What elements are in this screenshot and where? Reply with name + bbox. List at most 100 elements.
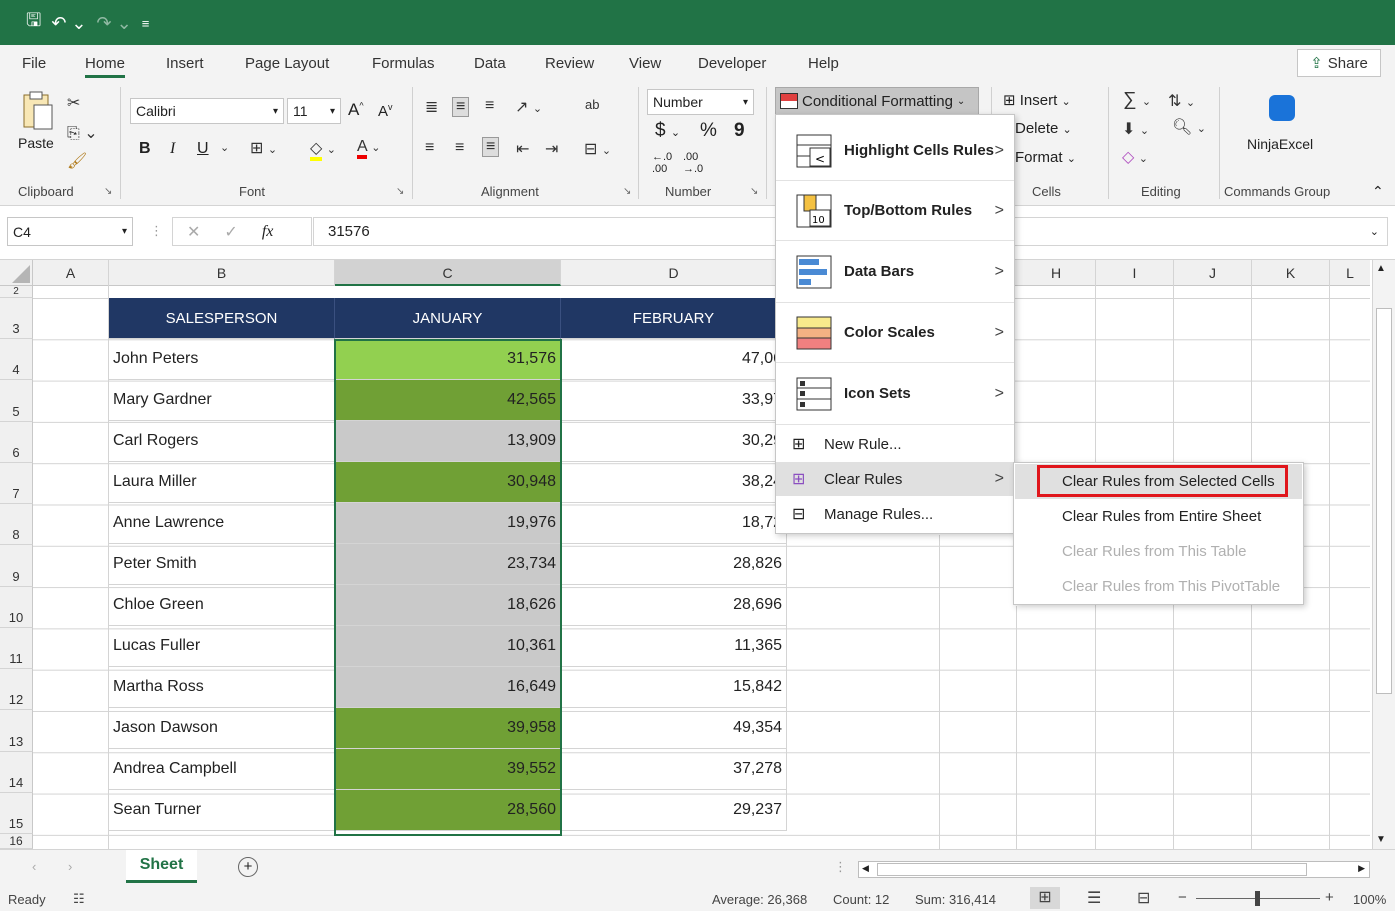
menu-item-highlight-cells-rules[interactable]: < Highlight Cells Rules > xyxy=(776,121,1014,181)
column-header-i[interactable]: I xyxy=(1096,260,1174,286)
cell-january[interactable]: 31,576 xyxy=(335,339,561,380)
borders-icon[interactable]: ⊞ ⌄ xyxy=(250,138,277,158)
cell-february[interactable]: 49,354 xyxy=(561,708,787,749)
cell-february[interactable]: 37,278 xyxy=(561,749,787,790)
cell-salesperson[interactable]: Chloe Green xyxy=(109,585,335,626)
cell-salesperson[interactable]: Lucas Fuller xyxy=(109,626,335,667)
tab-page-layout[interactable]: Page Layout xyxy=(245,55,329,72)
menu-item-clear-rules[interactable]: ⊞ Clear Rules > xyxy=(776,462,1014,496)
zoom-level[interactable]: 100% xyxy=(1353,892,1386,907)
row-header-6[interactable]: 6 xyxy=(0,421,33,463)
zoom-out-icon[interactable]: − xyxy=(1178,889,1187,906)
menu-item-top-bottom-rules[interactable]: 10 Top/Bottom Rules > xyxy=(776,181,1014,241)
cell-salesperson[interactable]: Andrea Campbell xyxy=(109,749,335,790)
zoom-in-icon[interactable]: + xyxy=(1325,889,1334,906)
align-center-icon[interactable]: ≡ xyxy=(455,139,464,157)
align-top-icon[interactable]: ≣ xyxy=(425,97,438,117)
zoom-slider-thumb[interactable] xyxy=(1255,891,1260,906)
align-left-icon[interactable]: ≡ xyxy=(425,139,434,157)
delete-cells-button[interactable]: Delete ⌄ xyxy=(1015,120,1072,137)
font-launcher-icon[interactable]: ↘ xyxy=(396,186,404,197)
insert-function-icon[interactable]: fx xyxy=(262,223,274,241)
cell-january[interactable]: 30,948 xyxy=(335,462,561,503)
tab-insert[interactable]: Insert xyxy=(166,55,204,72)
cell-january[interactable]: 23,734 xyxy=(335,544,561,585)
cell-january[interactable]: 42,565 xyxy=(335,380,561,421)
select-all-corner[interactable] xyxy=(0,260,33,286)
cancel-icon[interactable]: ✕ xyxy=(187,222,200,242)
cell-february[interactable]: 38,24 xyxy=(561,462,787,503)
customize-qat-icon[interactable]: ≡ xyxy=(142,16,150,31)
cell-february[interactable]: 11,365 xyxy=(561,626,787,667)
splitter-icon[interactable]: ⋮ xyxy=(834,859,847,875)
font-name-select[interactable]: Calibri ▾ xyxy=(130,98,284,124)
scroll-down-icon[interactable]: ▼ xyxy=(1376,834,1386,845)
bold-button[interactable]: B xyxy=(139,140,151,158)
column-header-k[interactable]: K xyxy=(1252,260,1330,286)
row-header-2[interactable]: 2 xyxy=(0,286,33,298)
cell-january[interactable]: 18,626 xyxy=(335,585,561,626)
submenu-clear-entire-sheet[interactable]: Clear Rules from Entire Sheet xyxy=(1062,508,1261,525)
decrease-decimal-icon[interactable]: .00 →.0 xyxy=(683,151,703,175)
align-right-icon[interactable]: ≡ xyxy=(482,137,500,157)
comma-style-button[interactable]: 9 xyxy=(734,120,745,142)
tab-home[interactable]: Home xyxy=(85,55,126,78)
format-cells-button[interactable]: Format ⌄ xyxy=(1015,149,1076,166)
scroll-tabs-left-icon[interactable]: ‹ xyxy=(32,859,36,874)
menu-item-manage-rules[interactable]: ⊟ Manage Rules... xyxy=(776,498,1014,530)
column-header-a[interactable]: A xyxy=(33,260,109,286)
decrease-font-icon[interactable]: Av xyxy=(378,102,393,120)
cell-february[interactable]: 18,72 xyxy=(561,503,787,544)
status-sum[interactable]: Sum: 316,414 xyxy=(915,892,996,907)
number-format-select[interactable]: Number ▾ xyxy=(647,89,754,115)
add-sheet-icon[interactable]: + xyxy=(238,857,258,877)
tab-data[interactable]: Data xyxy=(474,55,506,72)
italic-button[interactable]: I xyxy=(170,140,175,158)
page-layout-view-icon[interactable]: ☰ xyxy=(1087,888,1101,908)
cell-january[interactable]: 16,649 xyxy=(335,667,561,708)
number-launcher-icon[interactable]: ↘ xyxy=(750,186,758,197)
cell-salesperson[interactable]: Sean Turner xyxy=(109,790,335,831)
row-header-13[interactable]: 13 xyxy=(0,710,33,752)
menu-item-color-scales[interactable]: Color Scales > xyxy=(776,303,1014,363)
font-size-select[interactable]: 11 ▾ xyxy=(287,98,341,124)
percent-button[interactable]: % xyxy=(700,120,717,142)
paste-label[interactable]: Paste xyxy=(18,135,54,151)
ninjaexcel-button-label[interactable]: NinjaExcel xyxy=(1247,136,1313,152)
name-box[interactable]: C4 ▾ xyxy=(7,217,133,246)
column-header-c[interactable]: C xyxy=(335,260,561,286)
cell-february[interactable]: 30,29 xyxy=(561,421,787,462)
menu-item-icon-sets[interactable]: Icon Sets > xyxy=(776,363,1014,425)
fill-icon[interactable]: ⬇ ⌄ xyxy=(1122,119,1149,139)
row-header-7[interactable]: 7 xyxy=(0,462,33,504)
conditional-formatting-button[interactable]: Conditional Formatting ⌄ xyxy=(775,87,979,115)
scroll-up-icon[interactable]: ▲ xyxy=(1376,263,1386,274)
cell-salesperson[interactable]: Peter Smith xyxy=(109,544,335,585)
cell-salesperson[interactable]: Laura Miller xyxy=(109,462,335,503)
cell-salesperson[interactable]: Jason Dawson xyxy=(109,708,335,749)
page-break-view-icon[interactable]: ⊟ xyxy=(1137,888,1150,908)
row-header-14[interactable]: 14 xyxy=(0,751,33,793)
align-middle-icon[interactable]: ≡ xyxy=(452,97,470,117)
cell-salesperson[interactable]: Carl Rogers xyxy=(109,421,335,462)
ninjaexcel-icon[interactable] xyxy=(1269,95,1295,121)
cell-salesperson[interactable]: John Peters xyxy=(109,339,335,380)
orientation-icon[interactable]: ↗ ⌄ xyxy=(515,97,542,117)
font-color-icon[interactable]: A ⌄ xyxy=(357,138,380,159)
cell-salesperson[interactable]: Martha Ross xyxy=(109,667,335,708)
clear-icon[interactable]: ◇ ⌄ xyxy=(1122,147,1148,167)
cell-salesperson[interactable]: Mary Gardner xyxy=(109,380,335,421)
enter-icon[interactable]: ✓ xyxy=(224,222,237,242)
clipboard-launcher-icon[interactable]: ↘ xyxy=(104,186,112,197)
row-header-11[interactable]: 11 xyxy=(0,627,33,669)
cell-february[interactable]: 33,97 xyxy=(561,380,787,421)
merge-center-icon[interactable]: ⊟ ⌄ xyxy=(584,139,611,159)
header-february[interactable]: FEBRUARY xyxy=(561,298,787,339)
menu-item-data-bars[interactable]: Data Bars > xyxy=(776,241,1014,303)
column-header-h[interactable]: H xyxy=(1017,260,1096,286)
sort-filter-icon[interactable]: ⇅ ⌄ xyxy=(1168,91,1195,111)
status-average[interactable]: Average: 26,368 xyxy=(712,892,807,907)
chevron-down-icon[interactable]: ⌄ xyxy=(220,141,229,154)
cell-january[interactable]: 39,958 xyxy=(335,708,561,749)
cell-january[interactable]: 13,909 xyxy=(335,421,561,462)
